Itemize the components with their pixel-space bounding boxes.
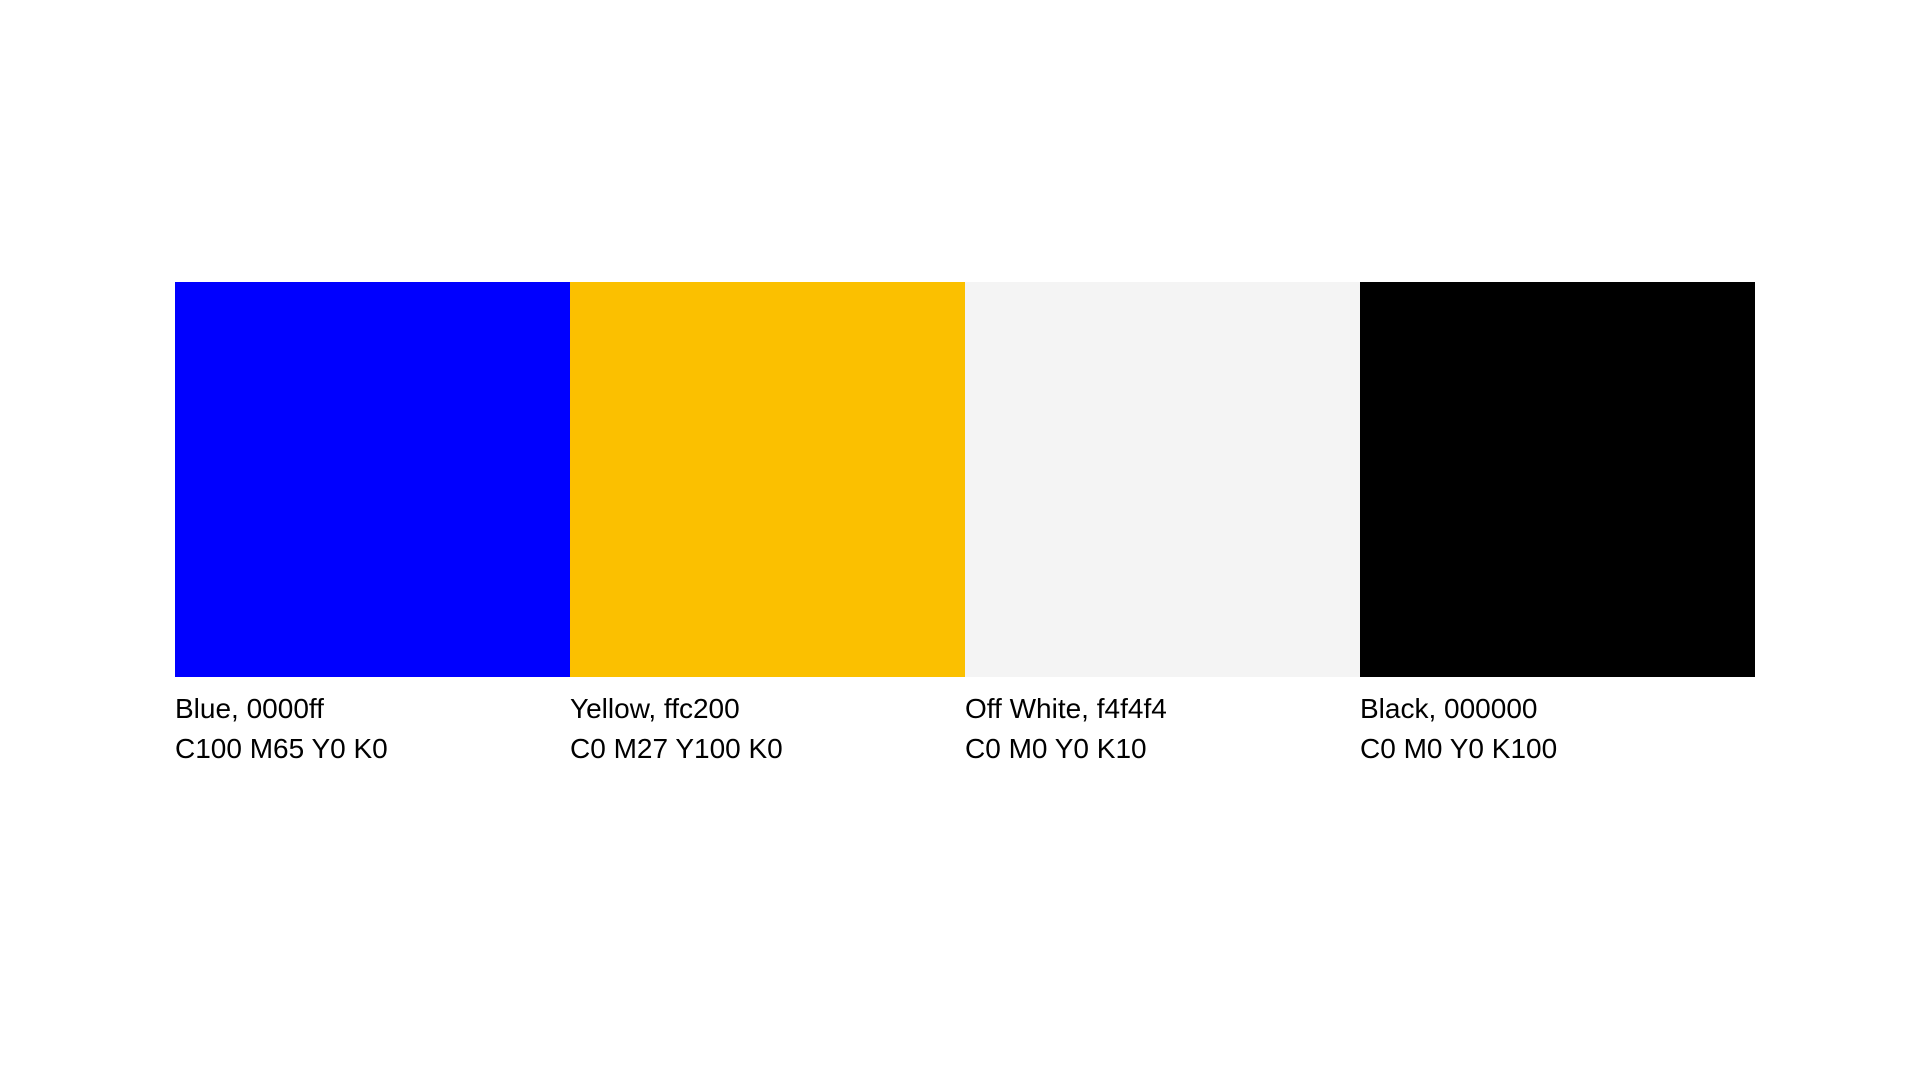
swatch-caption: Yellow, ffc200 C0 M27 Y100 K0 xyxy=(570,689,965,769)
swatch-name-label: Black, 000000 xyxy=(1360,693,1538,724)
swatch-column-blue: Blue, 0000ff C100 M65 Y0 K0 xyxy=(175,282,570,769)
swatch-name-label: Blue, 0000ff xyxy=(175,693,324,724)
swatch-column-yellow: Yellow, ffc200 C0 M27 Y100 K0 xyxy=(570,282,965,769)
swatch-cmyk-label: C0 M0 Y0 K100 xyxy=(1360,733,1558,764)
swatch-caption: Off White, f4f4f4 C0 M0 Y0 K10 xyxy=(965,689,1360,769)
swatch-blue xyxy=(175,282,570,677)
swatch-cmyk-label: C0 M27 Y100 K0 xyxy=(570,733,783,764)
swatch-column-black: Black, 000000 C0 M0 Y0 K100 xyxy=(1360,282,1755,769)
swatch-caption: Black, 000000 C0 M0 Y0 K100 xyxy=(1360,689,1755,769)
swatch-name-label: Off White, f4f4f4 xyxy=(965,693,1167,724)
swatch-column-off-white: Off White, f4f4f4 C0 M0 Y0 K10 xyxy=(965,282,1360,769)
swatch-cmyk-label: C100 M65 Y0 K0 xyxy=(175,733,388,764)
swatch-name-label: Yellow, ffc200 xyxy=(570,693,740,724)
swatch-black xyxy=(1360,282,1755,677)
color-palette: Blue, 0000ff C100 M65 Y0 K0 Yellow, ffc2… xyxy=(175,282,1755,769)
swatch-caption: Blue, 0000ff C100 M65 Y0 K0 xyxy=(175,689,570,769)
swatch-off-white xyxy=(965,282,1360,677)
swatch-cmyk-label: C0 M0 Y0 K10 xyxy=(965,733,1147,764)
swatch-yellow xyxy=(570,282,965,677)
